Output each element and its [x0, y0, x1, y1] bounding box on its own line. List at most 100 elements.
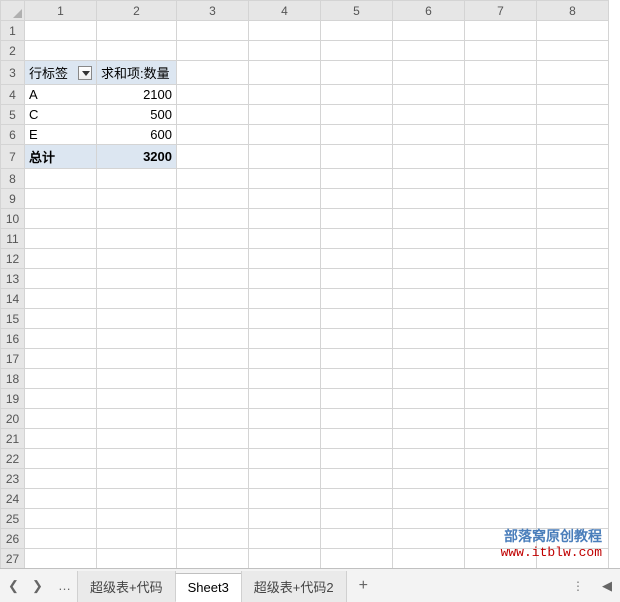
cell[interactable]	[25, 489, 97, 509]
column-header[interactable]: 8	[537, 1, 609, 21]
cell[interactable]	[177, 289, 249, 309]
cell[interactable]	[393, 369, 465, 389]
cell[interactable]	[465, 189, 537, 209]
row-header[interactable]: 20	[1, 409, 25, 429]
cell[interactable]	[393, 85, 465, 105]
cell[interactable]	[177, 209, 249, 229]
cell[interactable]	[97, 269, 177, 289]
column-header[interactable]: 1	[25, 1, 97, 21]
cell[interactable]	[321, 209, 393, 229]
cell[interactable]	[249, 289, 321, 309]
cell[interactable]	[393, 189, 465, 209]
row-header[interactable]: 24	[1, 489, 25, 509]
sheet-tab[interactable]: Sheet3	[175, 573, 242, 602]
cell[interactable]	[177, 105, 249, 125]
cell[interactable]	[25, 429, 97, 449]
cell[interactable]	[97, 429, 177, 449]
cell[interactable]	[465, 469, 537, 489]
cell[interactable]	[393, 229, 465, 249]
cell[interactable]	[177, 469, 249, 489]
cell[interactable]	[25, 21, 97, 41]
cell[interactable]	[465, 369, 537, 389]
cell[interactable]	[321, 489, 393, 509]
cell[interactable]	[177, 509, 249, 529]
cell[interactable]	[393, 349, 465, 369]
cell[interactable]	[97, 41, 177, 61]
cell[interactable]	[537, 189, 609, 209]
row-header[interactable]: 3	[1, 61, 25, 85]
row-header[interactable]: 9	[1, 189, 25, 209]
cell[interactable]	[177, 429, 249, 449]
cell[interactable]	[321, 21, 393, 41]
cell[interactable]	[97, 169, 177, 189]
select-all-corner[interactable]	[1, 1, 25, 21]
row-header[interactable]: 2	[1, 41, 25, 61]
cell[interactable]	[177, 249, 249, 269]
row-header[interactable]: 14	[1, 289, 25, 309]
cell[interactable]	[249, 329, 321, 349]
cell[interactable]	[249, 41, 321, 61]
cell[interactable]	[249, 229, 321, 249]
cell[interactable]	[465, 349, 537, 369]
cell[interactable]	[537, 229, 609, 249]
cell[interactable]	[249, 61, 321, 85]
cell[interactable]	[177, 229, 249, 249]
tab-nav-next[interactable]: ❯	[30, 576, 44, 596]
cell[interactable]	[537, 309, 609, 329]
row-header[interactable]: 25	[1, 509, 25, 529]
cell[interactable]	[249, 169, 321, 189]
tab-options-button[interactable]: ⋮	[562, 579, 594, 593]
cell[interactable]	[465, 145, 537, 169]
row-header[interactable]: 19	[1, 389, 25, 409]
cell[interactable]	[537, 389, 609, 409]
cell[interactable]	[537, 509, 609, 529]
cell[interactable]	[249, 125, 321, 145]
cell[interactable]	[249, 449, 321, 469]
cell[interactable]	[465, 61, 537, 85]
cell[interactable]	[465, 21, 537, 41]
cell[interactable]	[465, 209, 537, 229]
cell[interactable]	[25, 289, 97, 309]
pivot-row-value[interactable]: 500	[97, 105, 177, 125]
cell[interactable]	[249, 429, 321, 449]
cell[interactable]	[249, 249, 321, 269]
cell[interactable]	[537, 369, 609, 389]
cell[interactable]	[177, 349, 249, 369]
cell[interactable]	[25, 409, 97, 429]
column-header[interactable]: 4	[249, 1, 321, 21]
cell[interactable]	[537, 169, 609, 189]
cell[interactable]	[537, 429, 609, 449]
cell[interactable]	[25, 41, 97, 61]
cell[interactable]	[465, 389, 537, 409]
cell[interactable]	[393, 145, 465, 169]
cell[interactable]	[465, 269, 537, 289]
add-sheet-button[interactable]: +	[347, 573, 380, 599]
cell[interactable]	[25, 329, 97, 349]
cell[interactable]	[465, 429, 537, 449]
row-header[interactable]: 4	[1, 85, 25, 105]
tab-nav-prev[interactable]: ❮	[6, 576, 20, 596]
cell[interactable]	[393, 41, 465, 61]
cell[interactable]	[537, 409, 609, 429]
cell[interactable]	[393, 529, 465, 549]
cell[interactable]	[97, 449, 177, 469]
cell[interactable]	[393, 549, 465, 569]
cell[interactable]	[393, 309, 465, 329]
cell[interactable]	[97, 189, 177, 209]
cell[interactable]	[321, 309, 393, 329]
cell[interactable]	[249, 21, 321, 41]
row-header[interactable]: 23	[1, 469, 25, 489]
cell[interactable]	[97, 369, 177, 389]
cell[interactable]	[25, 269, 97, 289]
cell[interactable]	[97, 229, 177, 249]
cell[interactable]	[321, 61, 393, 85]
cell[interactable]	[97, 509, 177, 529]
cell[interactable]	[321, 289, 393, 309]
cell[interactable]	[537, 349, 609, 369]
pivot-row-label[interactable]: C	[25, 105, 97, 125]
cell[interactable]	[465, 309, 537, 329]
cell[interactable]	[25, 309, 97, 329]
cell[interactable]	[537, 61, 609, 85]
cell[interactable]	[393, 329, 465, 349]
row-header[interactable]: 8	[1, 169, 25, 189]
